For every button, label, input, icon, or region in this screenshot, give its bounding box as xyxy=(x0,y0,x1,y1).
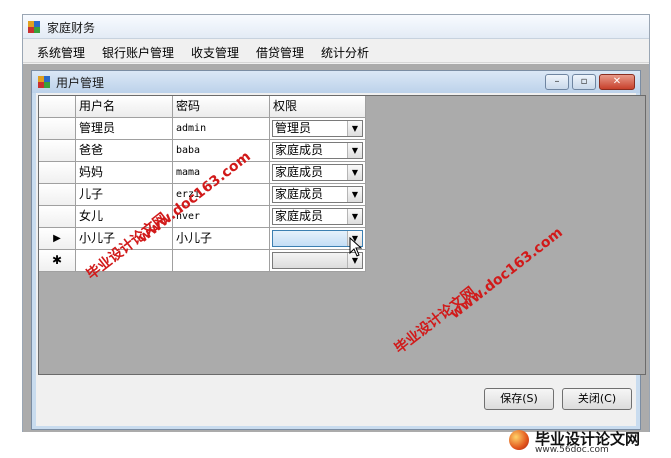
cell-username[interactable]: 妈妈 xyxy=(76,162,173,184)
menu-income-expense[interactable]: 收支管理 xyxy=(187,43,243,62)
role-combobox-value: 管理员 xyxy=(275,121,312,135)
child-title-bar[interactable]: 用户管理 – ▫ ✕ xyxy=(32,71,640,93)
menu-loans[interactable]: 借贷管理 xyxy=(252,43,308,62)
table-row[interactable]: 爸爸 baba 家庭成员 ▼ xyxy=(39,140,369,162)
column-header-role[interactable]: 权限 xyxy=(270,96,366,118)
dropdown-arrow-icon[interactable]: ▼ xyxy=(347,143,362,158)
dropdown-arrow-icon[interactable]: ▼ xyxy=(347,165,362,180)
table-row[interactable]: 女儿 nver 家庭成员 ▼ xyxy=(39,206,369,228)
row-indicator[interactable] xyxy=(39,140,76,162)
column-header-password[interactable]: 密码 xyxy=(173,96,270,118)
cell-password[interactable] xyxy=(173,250,270,272)
dropdown-arrow-icon[interactable]: ▼ xyxy=(347,209,362,224)
app-window: 家庭财务 系统管理 银行账户管理 收支管理 借贷管理 统计分析 用户管理 – ▫… xyxy=(22,14,650,432)
dropdown-arrow-icon[interactable]: ▼ xyxy=(347,187,362,202)
child-window-icon xyxy=(38,76,50,88)
minimize-button[interactable]: – xyxy=(545,74,569,90)
cell-password[interactable]: admin xyxy=(173,118,270,140)
grid-header-row: 用户名 密码 权限 xyxy=(39,96,369,118)
menu-system[interactable]: 系统管理 xyxy=(33,43,89,62)
app-title-bar: 家庭财务 xyxy=(23,15,649,39)
footer-url: www.56doc.com xyxy=(535,445,609,455)
role-combobox[interactable]: 家庭成员 ▼ xyxy=(272,142,363,159)
table-row-current[interactable]: ▶ 小儿子 小儿子 ▼ xyxy=(39,228,369,250)
role-combobox-value: 家庭成员 xyxy=(275,165,324,179)
table-row[interactable]: 管理员 admin 管理员 ▼ xyxy=(39,118,369,140)
cell-role: 家庭成员 ▼ xyxy=(270,140,366,162)
cell-role: 家庭成员 ▼ xyxy=(270,206,366,228)
cell-role: 家庭成员 ▼ xyxy=(270,184,366,206)
row-indicator[interactable] xyxy=(39,162,76,184)
cell-password[interactable]: 小儿子 xyxy=(173,228,270,250)
dropdown-arrow-icon[interactable]: ▼ xyxy=(347,121,362,136)
new-row-indicator-icon[interactable]: ✱ xyxy=(39,250,76,272)
cell-username[interactable]: 爸爸 xyxy=(76,140,173,162)
close-window-button[interactable]: ✕ xyxy=(599,74,635,90)
menu-bar: 系统管理 银行账户管理 收支管理 借贷管理 统计分析 xyxy=(23,39,649,63)
menu-statistics[interactable]: 统计分析 xyxy=(317,43,373,62)
screenshot-root: 家庭财务 系统管理 银行账户管理 收支管理 借贷管理 统计分析 用户管理 – ▫… xyxy=(0,0,671,458)
child-window-title: 用户管理 xyxy=(56,76,105,90)
role-combobox[interactable]: 家庭成员 ▼ xyxy=(272,186,363,203)
restore-button[interactable]: ▫ xyxy=(572,74,596,90)
row-indicator[interactable] xyxy=(39,118,76,140)
close-button[interactable]: 关闭(C) xyxy=(562,388,632,410)
cell-password[interactable]: baba xyxy=(173,140,270,162)
grid-corner-header xyxy=(39,96,76,118)
cell-role: 管理员 ▼ xyxy=(270,118,366,140)
app-title: 家庭财务 xyxy=(47,21,96,35)
column-header-username[interactable]: 用户名 xyxy=(76,96,173,118)
save-button[interactable]: 保存(S) xyxy=(484,388,554,410)
app-icon xyxy=(28,21,40,33)
menu-bank-accounts[interactable]: 银行账户管理 xyxy=(98,43,178,62)
current-row-indicator-icon[interactable]: ▶ xyxy=(39,228,76,250)
role-combobox[interactable]: 家庭成员 ▼ xyxy=(272,208,363,225)
logo-ball-icon xyxy=(509,430,529,450)
mouse-cursor-icon xyxy=(349,237,363,257)
child-window-body: 用户名 密码 权限 管理员 admin 管理员 ▼ 爸爸 baba 家庭成员 ▼… xyxy=(36,93,646,426)
role-combobox-value: 家庭成员 xyxy=(275,209,324,223)
cell-username[interactable]: 管理员 xyxy=(76,118,173,140)
role-combobox[interactable]: 家庭成员 ▼ xyxy=(272,164,363,181)
cell-username[interactable]: 儿子 xyxy=(76,184,173,206)
row-indicator[interactable] xyxy=(39,184,76,206)
role-combobox-value: 家庭成员 xyxy=(275,187,324,201)
cell-role: 家庭成员 ▼ xyxy=(270,162,366,184)
role-combobox-value: 家庭成员 xyxy=(275,143,324,157)
row-indicator[interactable] xyxy=(39,206,76,228)
role-combobox[interactable]: 管理员 ▼ xyxy=(272,120,363,137)
